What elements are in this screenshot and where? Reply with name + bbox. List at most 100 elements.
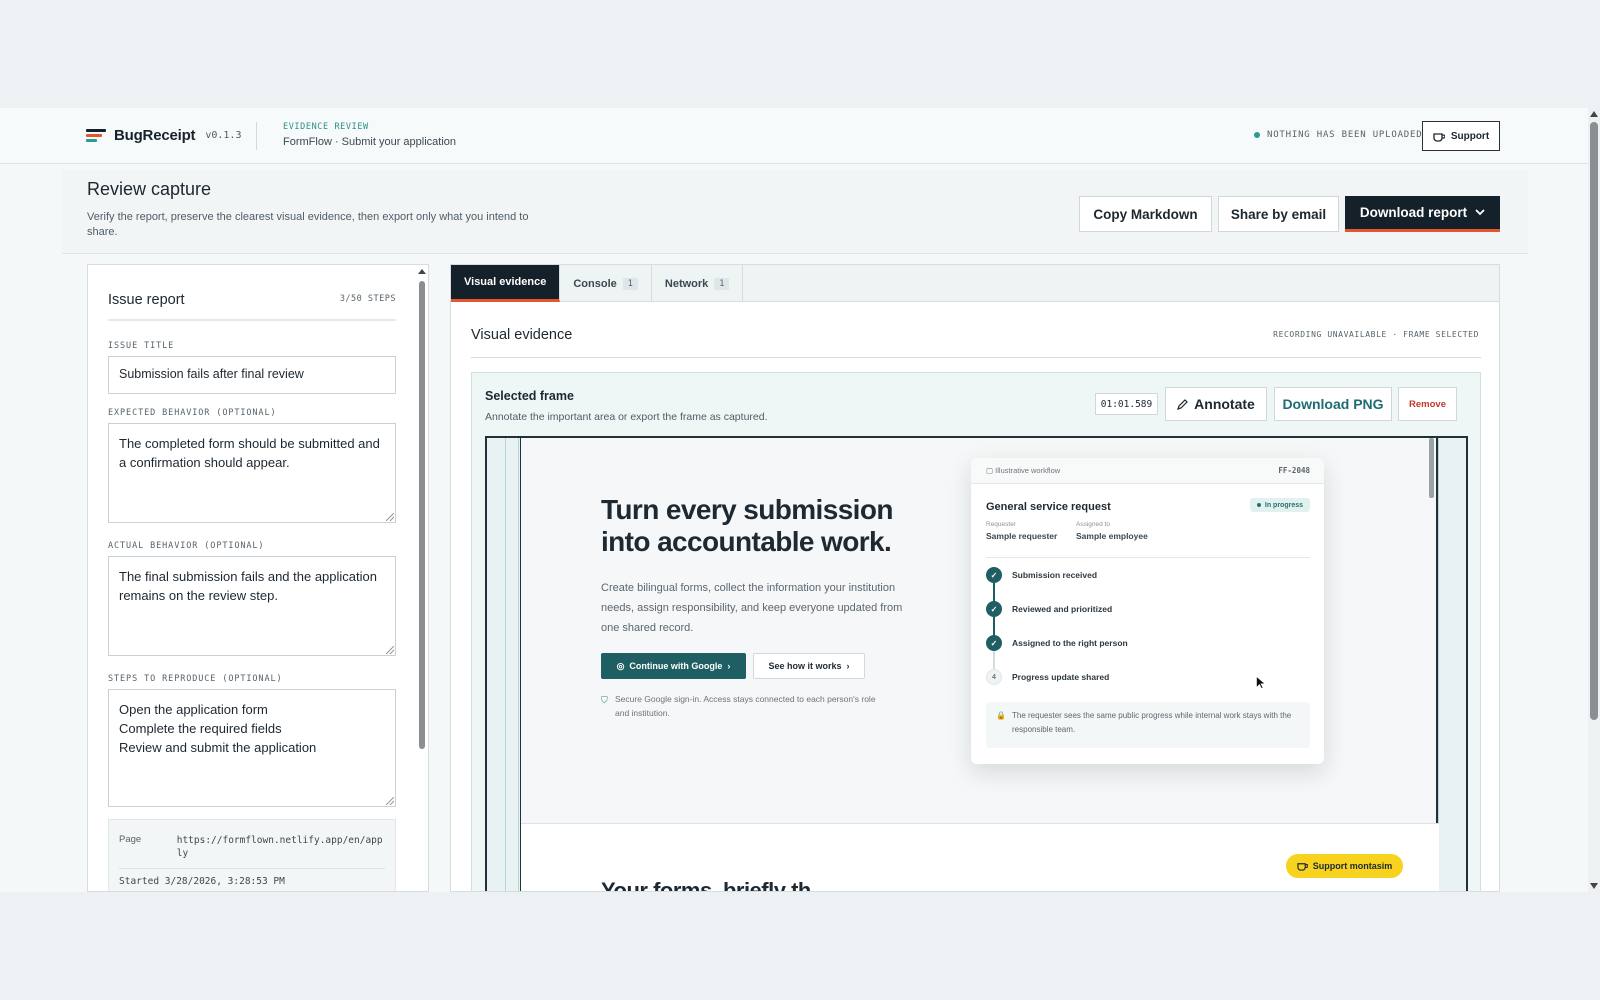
chevron-down-icon [1475,209,1485,216]
recording-status: RECORDING UNAVAILABLE · FRAME SELECTED [1273,330,1479,339]
workflow-label: ▢ Illustrative workflow [986,466,1061,475]
workflow-step: ✓ Reviewed and prioritized [986,601,1128,638]
support-pill-text: Support montasim [1312,861,1393,871]
mouse-cursor-icon [1256,676,1265,689]
coffee-cup-icon [1433,132,1445,142]
divider [471,357,1481,358]
page-scrollbar[interactable] [1588,108,1600,892]
hero-title-line: into accountable work. [601,526,892,557]
tab-label: Console [573,277,617,290]
scroll-up-icon[interactable] [418,269,426,274]
google-button-label: Continue with Google [629,661,723,671]
workflow-label-text: Illustrative workflow [995,466,1061,475]
tab-console[interactable]: Console 1 [560,265,652,302]
chevron-right-icon: › [727,661,731,671]
selected-frame-title: Selected frame [485,389,574,403]
evidence-tabs: Visual evidence Console 1 Network 1 [451,265,1499,302]
captured-google-button: ◎ Continue with Google › [601,653,746,679]
remove-frame-button[interactable]: Remove [1398,387,1457,421]
status-badge-text: In progress [1264,501,1303,509]
captured-page: Turn every submission into accountable w… [520,438,1439,892]
breadcrumb-kicker: EVIDENCE REVIEW [283,122,369,132]
requester-value: Sample requester [986,531,1058,541]
actual-behavior-textarea[interactable]: The final submission fails and the appli… [108,556,396,656]
workflow-step: ✓ Assigned to the right person [986,635,1128,672]
annotate-button[interactable]: Annotate [1165,387,1267,421]
workflow-step-label: Submission received [1012,570,1098,580]
workflow-title: General service request [986,501,1111,513]
expected-behavior-label: EXPECTED BEHAVIOR (OPTIONAL) [108,408,277,418]
top-bar: BugReceipt v0.1.3 EVIDENCE REVIEW FormFl… [0,108,1588,164]
scrollbar-thumb[interactable] [419,281,425,749]
workflow-step-label: Reviewed and prioritized [1012,604,1113,614]
evidence-panel: Visual evidence Console 1 Network 1 Visu… [450,264,1500,892]
resize-handle-icon[interactable] [386,797,394,805]
signin-note-text: Secure Google sign-in. Access stays conn… [615,694,876,718]
divider [986,557,1310,558]
meta-page-url[interactable]: https://formflown.netlify.app/en/apply [177,834,385,860]
actual-behavior-text: The final submission fails and the appli… [119,569,377,603]
captured-frame-image[interactable]: Turn every submission into accountable w… [485,436,1468,892]
download-png-button[interactable]: Download PNG [1274,387,1392,421]
breadcrumb: EVIDENCE REVIEW FormFlow · Submit your a… [283,122,456,148]
resize-handle-icon[interactable] [386,646,394,654]
support-button[interactable]: Support [1422,121,1500,151]
page-subtitle: Verify the report, preserve the clearest… [87,211,529,238]
download-report-button[interactable]: Download report [1345,196,1500,232]
support-label: Support [1450,130,1490,142]
captured-scrollbar [1429,438,1434,498]
issue-title-input[interactable]: Submission fails after final review [108,356,396,394]
expected-behavior-textarea[interactable]: The completed form should be submitted a… [108,423,396,523]
captured-section-heading: Your forms, briefly th... [601,878,828,892]
upload-status-text: NOTHING HAS BEEN UPLOADED [1267,130,1423,140]
check-icon: ✓ [986,567,1002,583]
scroll-down-icon[interactable] [1590,883,1598,889]
assignee-value: Sample employee [1076,531,1148,541]
frame-guide [505,438,519,891]
workflow-step-label: Assigned to the right person [1012,638,1128,648]
scroll-up-icon[interactable] [1590,111,1598,117]
selected-frame-subtitle: Annotate the important area or export th… [485,411,768,423]
brand[interactable]: BugReceipt v0.1.3 [86,127,241,144]
workflow-step: 4 Progress update shared [986,669,1128,706]
workflow-steps: ✓ Submission received ✓ Reviewed and pri… [986,567,1128,706]
steps-to-reproduce-label: STEPS TO REPRODUCE (OPTIONAL) [108,674,283,684]
captured-how-button: See how it works › [753,653,865,679]
meta-started: Started 3/28/2026, 3:28:53 PM [119,868,385,887]
steps-count: 3/50 STEPS [339,294,396,304]
expected-behavior-text: The completed form should be submitted a… [119,436,380,470]
brand-name: BugReceipt [114,127,196,144]
workflow-step: ✓ Submission received [986,567,1128,604]
visual-evidence-title: Visual evidence [471,327,573,343]
hero-title-line: Turn every submission [601,494,893,525]
resize-handle-icon[interactable] [386,513,394,521]
scrollbar-thumb[interactable] [1590,122,1598,720]
brand-version: v0.1.3 [205,130,242,141]
breadcrumb-page-title: FormFlow · Submit your application [283,136,457,148]
meta-page-key: Page [119,834,142,845]
selected-frame-card: Selected frame Annotate the important ar… [471,372,1481,892]
step-number: 4 [986,669,1002,685]
steps-to-reproduce-textarea[interactable]: Open the application form Complete the r… [108,689,396,807]
step-line: Open the application form [119,702,268,717]
frame-guide [1438,438,1466,891]
status-dot-icon [1254,132,1260,138]
captured-workflow-card: ▢ Illustrative workflow FF-2048 General … [971,458,1324,764]
left-panel-scrollbar[interactable] [418,269,426,889]
requester-key: Requester [986,521,1016,528]
issue-title-label: ISSUE TITLE [108,341,175,351]
chevron-right-icon: › [846,661,850,671]
step-line: Complete the required fields [119,721,282,736]
captured-lower-section: Your forms, briefly th... Support montas… [521,824,1439,892]
copy-markdown-button[interactable]: Copy Markdown [1079,196,1212,232]
count-badge: 1 [714,277,730,290]
annotate-label: Annotate [1194,396,1255,412]
how-button-label: See how it works [768,661,842,671]
upload-status: NOTHING HAS BEEN UPLOADED [1254,130,1422,140]
check-icon: ✓ [986,635,1002,651]
workflow-step-label: Progress update shared [1012,672,1110,682]
tab-visual-evidence[interactable]: Visual evidence [451,265,561,302]
captured-hero-subtitle: Create bilingual forms, collect the info… [601,582,903,634]
share-email-button[interactable]: Share by email [1218,196,1339,232]
tab-network[interactable]: Network 1 [652,265,744,302]
